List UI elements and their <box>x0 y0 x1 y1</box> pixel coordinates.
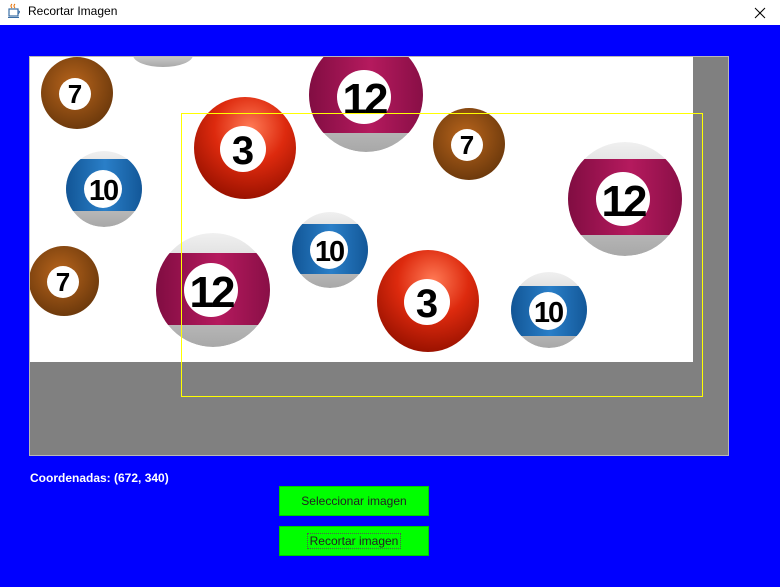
billiard-balls-picture: 7 7 7 10 10 10 3 3 12 12 12 <box>30 57 682 352</box>
ball-12-right: 12 <box>568 142 682 256</box>
close-button[interactable] <box>740 0 780 25</box>
svg-text:10: 10 <box>89 175 118 207</box>
select-image-button[interactable]: Seleccionar imagen <box>279 486 429 516</box>
svg-text:7: 7 <box>68 79 82 109</box>
crop-image-button[interactable]: Recortar imagen <box>279 526 429 556</box>
svg-text:10: 10 <box>315 236 344 268</box>
svg-text:12: 12 <box>343 75 387 124</box>
title-bar: Recortar Imagen <box>0 0 780 25</box>
java-icon <box>8 3 20 18</box>
close-icon <box>754 7 766 18</box>
svg-text:3: 3 <box>232 129 254 173</box>
ball-7-top-right: 7 <box>433 108 505 180</box>
ball-10-center: 10 <box>292 212 368 288</box>
window-title: Recortar Imagen <box>28 4 118 18</box>
ball-7-top-left: 7 <box>41 57 113 129</box>
image-canvas[interactable]: 7 7 7 10 10 10 3 3 12 12 12 <box>29 56 729 456</box>
svg-text:12: 12 <box>602 177 646 226</box>
svg-text:7: 7 <box>56 267 70 297</box>
svg-text:3: 3 <box>416 282 438 326</box>
billiard-balls-image: 7 7 7 10 10 10 3 3 12 12 12 <box>30 57 693 362</box>
coordinates-label: Coordenadas: (672, 340) <box>30 471 169 485</box>
svg-text:12: 12 <box>190 268 234 317</box>
ball-3-top: 3 <box>194 97 296 199</box>
ball-12-top: 12 <box>309 57 423 152</box>
ball-3-bottom: 3 <box>377 250 479 352</box>
crop-image-label: Recortar imagen <box>306 533 402 549</box>
svg-text:7: 7 <box>460 130 474 160</box>
select-image-label: Seleccionar imagen <box>301 494 407 508</box>
ball-12-bottom: 12 <box>156 233 270 347</box>
ball-10-left: 10 <box>66 151 142 227</box>
ball-7-mid-left: 7 <box>30 246 99 316</box>
content-pane: 7 7 7 10 10 10 3 3 12 12 12 Coordenadas:… <box>0 25 780 587</box>
svg-text:10: 10 <box>534 297 563 329</box>
ball-10-right: 10 <box>511 272 587 348</box>
